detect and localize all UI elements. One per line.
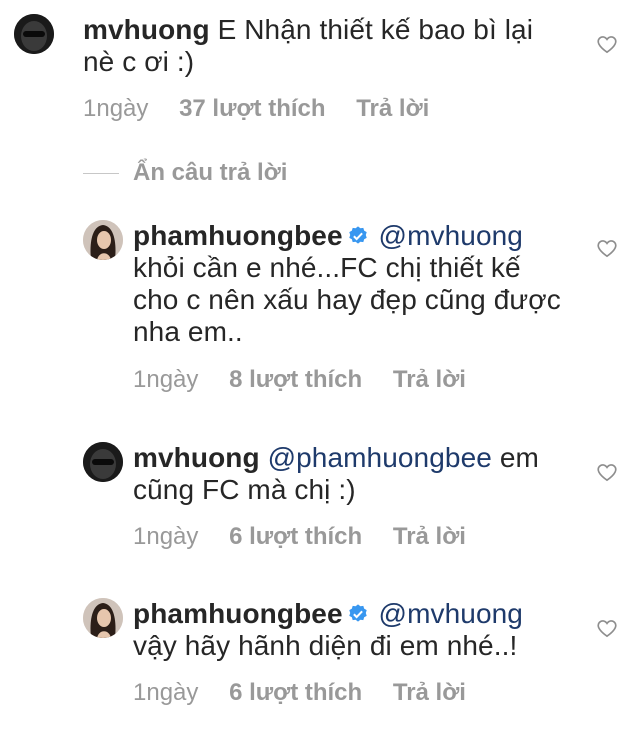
- comment-line: cho c nên xấu hay đẹp cũng được: [133, 284, 561, 315]
- masked-avatar: [14, 14, 54, 54]
- reply-3: phamhuongbee @mvhuong vậy hãy hãnh diện …: [0, 596, 622, 726]
- comment-meta: 1ngày 6 lượt thích Trả lời: [133, 523, 490, 551]
- comment-line: vậy hãy hãnh diện đi em nhé..!: [133, 630, 518, 661]
- divider: [83, 172, 119, 174]
- heart-outline-icon[interactable]: [596, 462, 618, 482]
- masked-avatar: [83, 442, 123, 482]
- comment-text: phamhuongbee @mvhuong vậy hãy hãnh diện …: [133, 598, 603, 662]
- reply-1: phamhuongbee @mvhuong khỏi cần e nhé...F…: [0, 210, 622, 410]
- heart-outline-icon[interactable]: [596, 618, 618, 638]
- mention-link[interactable]: @mvhuong: [379, 598, 523, 629]
- username[interactable]: mvhuong: [133, 442, 260, 473]
- hide-replies-button[interactable]: Ẩn câu trả lời: [83, 159, 287, 187]
- woman-avatar: [83, 598, 123, 638]
- comment-line: nha em..: [133, 316, 243, 347]
- comment-line: em: [499, 442, 539, 473]
- username[interactable]: mvhuong: [83, 14, 210, 45]
- verified-badge-icon: [348, 226, 367, 244]
- comment-1: mvhuong E Nhận thiết kế bao bì lại nè c …: [0, 0, 622, 140]
- comment-text: mvhuong @phamhuongbee em cũng FC mà chị …: [133, 442, 603, 506]
- avatar[interactable]: [83, 220, 123, 260]
- comment-line: E Nhận thiết kế bao bì lại: [217, 14, 534, 45]
- mention-link[interactable]: @mvhuong: [379, 220, 523, 251]
- reply-button[interactable]: Trả lời: [393, 523, 466, 550]
- comment-meta: 1ngày 8 lượt thích Trả lời: [133, 366, 490, 394]
- comment-meta: 1ngày 37 lượt thích Trả lời: [83, 95, 453, 123]
- heart-outline-icon[interactable]: [596, 238, 618, 258]
- comment-meta: 1ngày 6 lượt thích Trả lời: [133, 679, 490, 707]
- likes-count[interactable]: 6 lượt thích: [229, 523, 362, 550]
- timestamp: 1ngày: [83, 95, 149, 122]
- likes-count[interactable]: 8 lượt thích: [229, 366, 362, 393]
- comment-text: phamhuongbee @mvhuong khỏi cần e nhé...F…: [133, 220, 603, 348]
- likes-count[interactable]: 37 lượt thích: [179, 95, 325, 122]
- reply-2: mvhuong @phamhuongbee em cũng FC mà chị …: [0, 438, 622, 568]
- timestamp: 1ngày: [133, 523, 199, 550]
- verified-badge-icon: [348, 604, 367, 622]
- timestamp: 1ngày: [133, 679, 199, 706]
- reply-button[interactable]: Trả lời: [356, 95, 429, 122]
- timestamp: 1ngày: [133, 366, 199, 393]
- username[interactable]: phamhuongbee: [133, 220, 343, 251]
- mention-link[interactable]: @phamhuongbee: [268, 442, 492, 473]
- heart-outline-icon[interactable]: [596, 34, 618, 54]
- reply-button[interactable]: Trả lời: [393, 366, 466, 393]
- username[interactable]: phamhuongbee: [133, 598, 343, 629]
- comment-line: nè c ơi :): [83, 46, 195, 77]
- comment-line: cũng FC mà chị :): [133, 474, 356, 505]
- comment-line: khỏi cần e nhé...FC chị thiết kế: [133, 252, 521, 283]
- reply-button[interactable]: Trả lời: [393, 679, 466, 706]
- likes-count[interactable]: 6 lượt thích: [229, 679, 362, 706]
- avatar[interactable]: [83, 598, 123, 638]
- comment-text: mvhuong E Nhận thiết kế bao bì lại nè c …: [83, 14, 583, 78]
- avatar[interactable]: [14, 14, 54, 54]
- avatar[interactable]: [83, 442, 123, 482]
- hide-replies-label: Ẩn câu trả lời: [133, 159, 288, 186]
- woman-avatar: [83, 220, 123, 260]
